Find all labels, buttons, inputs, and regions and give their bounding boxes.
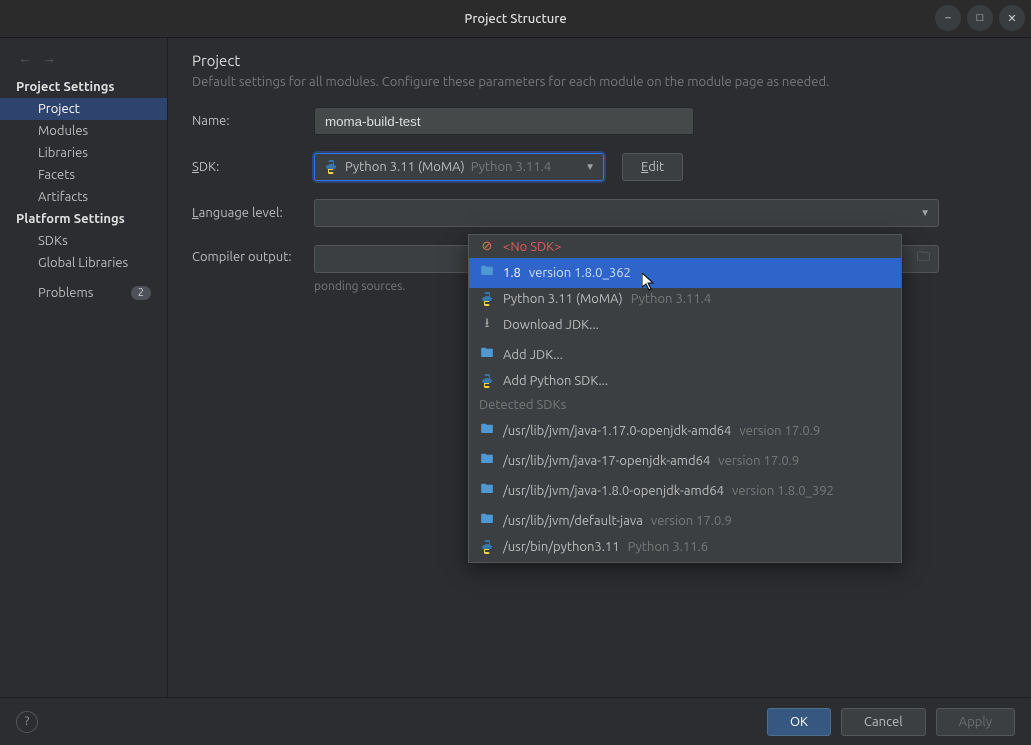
sidebar-item-facets[interactable]: Facets [0,164,167,186]
sidebar-item-sdks[interactable]: SDKs [0,230,167,252]
sdk-label: SDK: [192,160,314,174]
minimize-button[interactable]: – [935,5,961,31]
sidebar-item-modules[interactable]: Modules [0,120,167,142]
sdk-selected-main: Python 3.11 (MoMA) [345,160,465,174]
apply-button[interactable]: Apply [936,708,1015,736]
sdk-detected-1[interactable]: 🖿 /usr/lib/jvm/java-17-openjdk-amd64 ver… [469,446,901,476]
folder-icon: 🖿 [479,450,495,472]
sidebar-item-project[interactable]: Project [0,98,167,120]
sdk-detected-3[interactable]: 🖿 /usr/lib/jvm/default-java version 17.0… [469,506,901,536]
browse-folder-icon[interactable]: 🗀 [917,248,930,270]
sdk-dropdown-popup: ⊘ <No SDK> 🖿 1.8 version 1.8.0_362 Pytho… [468,234,902,563]
sdk-detected-4[interactable]: /usr/bin/python3.11 Python 3.11.6 [469,536,901,558]
python-icon [479,540,495,554]
ok-button[interactable]: OK [767,708,831,736]
folder-icon: 🖿 [479,510,495,532]
problems-count-badge: 2 [131,286,151,300]
sidebar-item-global-libraries[interactable]: Global Libraries [0,252,167,274]
problems-label: Problems [38,286,93,300]
name-input[interactable] [314,107,694,135]
sdk-action-add-python-sdk[interactable]: Add Python SDK... [469,370,901,392]
sdk-detected-2[interactable]: 🖿 /usr/lib/jvm/java-1.8.0-openjdk-amd64 … [469,476,901,506]
no-sdk-icon: ⊘ [479,239,495,254]
sidebar-section-platform-settings: Platform Settings [0,208,167,230]
row-name: Name: [192,107,1007,135]
window-title: Project Structure [464,12,566,26]
folder-icon: 🖿 [479,480,495,502]
language-level-label: Language level: [192,206,314,220]
folder-icon: 🖿 [479,262,495,284]
download-icon: ⭳ [479,314,495,336]
sdk-action-download-jdk[interactable]: ⭳ Download JDK... [469,310,901,340]
sdk-option-no-sdk[interactable]: ⊘ <No SDK> [469,235,901,258]
python-icon [323,160,339,174]
sdk-option-jdk18[interactable]: 🖿 1.8 version 1.8.0_362 [469,258,901,288]
page-subtitle: Default settings for all modules. Config… [192,75,1007,89]
chevron-down-icon: ▼ [920,207,930,219]
project-structure-window: Project Structure – □ ✕ ← → Project Sett… [0,0,1031,745]
name-label: Name: [192,114,314,128]
window-controls: – □ ✕ [935,5,1025,31]
python-icon [479,292,495,306]
folder-icon: 🖿 [479,344,495,366]
sidebar-item-libraries[interactable]: Libraries [0,142,167,164]
sdk-action-add-jdk[interactable]: 🖿 Add JDK... [469,340,901,370]
sidebar-item-problems[interactable]: Problems 2 [0,282,167,304]
content-area: Project Default settings for all modules… [168,38,1031,697]
row-language-level: Language level: ▼ [192,199,1007,227]
titlebar: Project Structure – □ ✕ [0,0,1031,38]
python-icon [479,374,495,388]
nav-forward-icon[interactable]: → [42,50,56,66]
nav-back-icon[interactable]: ← [18,50,32,66]
language-level-combobox[interactable]: ▼ [314,199,939,227]
compiler-output-label: Compiler output: [192,245,314,264]
chevron-down-icon: ▼ [585,161,595,173]
dialog-footer: ? OK Cancel Apply [0,697,1031,745]
close-button[interactable]: ✕ [999,5,1025,31]
row-sdk: SDK: Python 3.11 (MoMA) Python 3.11.4 ▼ … [192,153,1007,181]
edit-sdk-button[interactable]: Edit [622,153,683,181]
sdk-detected-header: Detected SDKs [469,392,901,416]
sidebar-section-project-settings: Project Settings [0,76,167,98]
sdk-detected-0[interactable]: 🖿 /usr/lib/jvm/java-1.17.0-openjdk-amd64… [469,416,901,446]
sdk-option-python311[interactable]: Python 3.11 (MoMA) Python 3.11.4 [469,288,901,310]
page-title: Project [192,52,1007,69]
window-body: ← → Project Settings Project Modules Lib… [0,38,1031,697]
nav-arrows: ← → [0,44,167,76]
cancel-button[interactable]: Cancel [841,708,926,736]
help-button[interactable]: ? [16,711,38,733]
sidebar-item-artifacts[interactable]: Artifacts [0,186,167,208]
folder-icon: 🖿 [479,420,495,442]
sdk-selected-version: Python 3.11.4 [471,160,551,174]
sdk-combobox[interactable]: Python 3.11 (MoMA) Python 3.11.4 ▼ [314,153,604,181]
maximize-button[interactable]: □ [967,5,993,31]
sidebar: ← → Project Settings Project Modules Lib… [0,38,168,697]
